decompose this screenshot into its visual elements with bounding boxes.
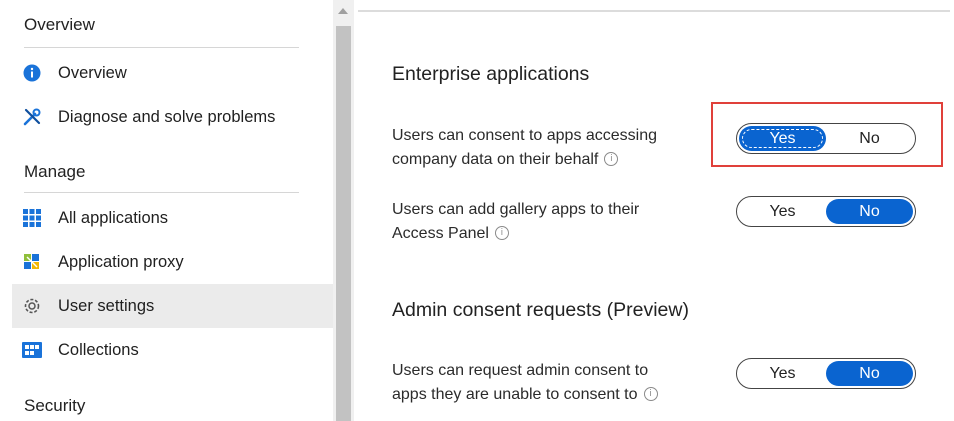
settings-content: Enterprise applications Users can consen… (354, 0, 954, 421)
sidebar-item-user-settings[interactable]: User settings (12, 284, 333, 328)
toggle-no-option[interactable]: No (826, 199, 913, 224)
gear-icon (22, 296, 42, 316)
section-divider (24, 47, 299, 48)
toggle-no-option[interactable]: No (826, 361, 913, 386)
setting-label-line: company data on their behalf (392, 151, 599, 168)
sidebar-item-application-proxy[interactable]: Application proxy (12, 240, 333, 284)
info-circle-icon[interactable]: i (643, 386, 658, 401)
sidebar-item-label: All applications (58, 208, 169, 227)
sidebar-item-collections[interactable]: Collections (12, 328, 333, 372)
info-circle-icon[interactable]: i (494, 225, 509, 240)
sidebar-item-label: Collections (58, 340, 139, 359)
setting-label-line: apps they are unable to consent to (392, 386, 638, 403)
setting-label-line: Users can consent to apps accessing (392, 127, 658, 144)
sidebar-item-label: Overview (58, 63, 127, 82)
scroll-up-arrow-icon[interactable] (338, 8, 348, 14)
toggle-yes-option[interactable]: Yes (739, 361, 826, 386)
sidebar-item-label: Application proxy (58, 252, 184, 271)
setting-admin-consent-label: Users can request admin consent to apps … (392, 359, 712, 407)
section-divider (24, 192, 299, 193)
sidebar-item-label: Diagnose and solve problems (58, 107, 276, 126)
info-icon (22, 63, 42, 83)
setting-label-line: Users can add gallery apps to their (392, 201, 640, 218)
info-circle-icon[interactable]: i (604, 151, 619, 166)
sidebar-item-diagnose[interactable]: Diagnose and solve problems (12, 95, 333, 139)
content-top-border (358, 10, 950, 12)
admin-consent-heading: Admin consent requests (Preview) (392, 299, 689, 321)
setting-label-line: Access Panel (392, 225, 489, 242)
sidebar-item-label: User settings (58, 296, 155, 315)
sidebar-item-all-applications[interactable]: All applications (12, 196, 333, 240)
section-heading-overview: Overview (24, 15, 95, 34)
section-heading-manage: Manage (24, 162, 86, 181)
wrench-icon (22, 107, 42, 127)
collections-icon (22, 340, 42, 360)
gallery-apps-toggle[interactable]: Yes No (736, 196, 916, 227)
setting-label-line: Users can request admin consent to (392, 362, 649, 379)
proxy-icon (22, 252, 42, 272)
sidebar-item-overview[interactable]: Overview (12, 51, 333, 95)
setting-consent-label: Users can consent to apps accessing comp… (392, 124, 712, 172)
grid-icon (22, 208, 42, 228)
sidebar: Overview Overview Diagnose and solve pro… (0, 0, 333, 421)
enterprise-applications-heading: Enterprise applications (392, 63, 590, 85)
sidebar-scrollbar[interactable] (333, 0, 354, 421)
admin-consent-toggle[interactable]: Yes No (736, 358, 916, 389)
section-heading-security: Security (24, 396, 86, 415)
highlight-annotation-box (711, 102, 943, 167)
scrollbar-thumb[interactable] (336, 26, 351, 421)
toggle-yes-option[interactable]: Yes (739, 199, 826, 224)
setting-gallery-apps-label: Users can add gallery apps to their Acce… (392, 198, 712, 246)
